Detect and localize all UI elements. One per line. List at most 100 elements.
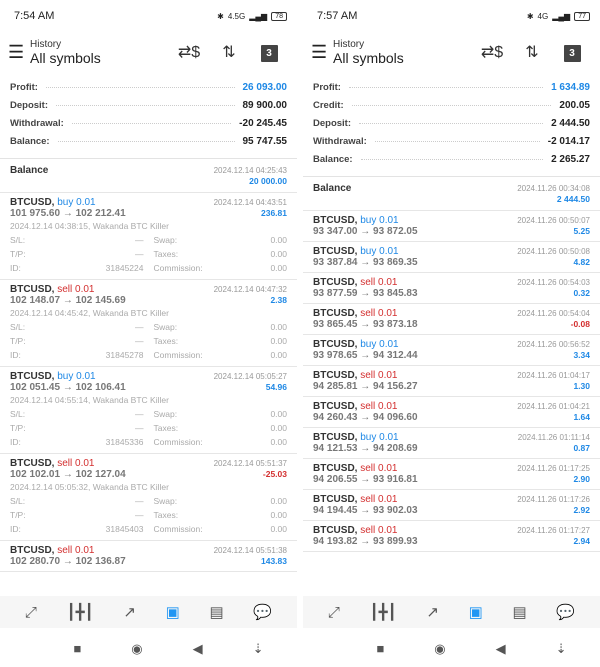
history-inbox-icon[interactable]: ▣	[469, 603, 483, 621]
recents-icon[interactable]: ■	[376, 641, 384, 656]
chart-candles-icon[interactable]: ┃╋┃	[370, 603, 397, 621]
history-screen-1: 7:54 AM ✱ 4.5G ▂▄▆ 78 ☰ History All symbols …	[0, 0, 297, 667]
chat-icon[interactable]: 💬	[556, 603, 575, 621]
news-icon[interactable]: ▤	[513, 603, 527, 621]
summary-row: Withdrawal: -2 014.17	[313, 132, 590, 150]
trade-entry[interactable]: BTCUSD, sell 0.01 2024.11.26 00:54:04 93…	[303, 304, 600, 335]
news-icon[interactable]: ▤	[210, 603, 224, 621]
trade-entry[interactable]: BTCUSD, sell 0.01 2024.11.26 00:54:03 93…	[303, 273, 600, 304]
summary-row: Profit: 26 093.00	[10, 78, 287, 96]
bluetooth-icon: ✱	[526, 11, 534, 21]
tp-value: —	[135, 249, 144, 259]
trade-icon[interactable]: ↗	[426, 603, 439, 621]
trade-prices: 102 051.45 → 102 106.41	[10, 382, 126, 393]
dotted-leader	[351, 104, 552, 106]
quotes-icon[interactable]: ⤢	[328, 604, 340, 621]
quotes-icon[interactable]: ⤢	[25, 604, 37, 621]
symbol: BTCUSD,	[313, 215, 358, 226]
commission-value: 0.00	[270, 263, 287, 273]
calendar-button[interactable]: 3	[552, 43, 592, 62]
trade-icon[interactable]: ↗	[123, 603, 136, 621]
tp-value: —	[135, 510, 144, 520]
trade-entry[interactable]: BTCUSD, sell 0.01 2024.11.26 01:04:21 94…	[303, 397, 600, 428]
bottom-tab-bar: ⤢ ┃╋┃ ↗ ▣ ▤ 💬	[0, 596, 297, 628]
id-value: 31845278	[105, 350, 144, 360]
trade-entry[interactable]: BTCUSD, buy 0.01 2024.11.26 01:11:14 94 …	[303, 428, 600, 459]
dotted-leader	[71, 122, 232, 124]
calendar-button[interactable]: 3	[249, 43, 289, 62]
header-subtitle: History	[333, 38, 365, 50]
trade-symbol: BTCUSD, buy 0.01	[313, 246, 399, 257]
symbol: BTCUSD,	[313, 494, 358, 505]
trade-symbol: BTCUSD, sell 0.01	[313, 494, 397, 505]
sl-value: —	[135, 496, 144, 506]
symbol-filter[interactable]: All symbols	[30, 50, 169, 66]
trade-entry[interactable]: BTCUSD, sell 0.01 2024.11.26 01:17:25 94…	[303, 459, 600, 490]
trade-entry[interactable]: BTCUSD, sell 0.01 2024.12.14 05:51:38 10…	[0, 541, 297, 572]
trade-entry[interactable]: BTCUSD, buy 0.01 2024.12.14 04:43:51 101…	[0, 193, 297, 280]
trade-symbol: BTCUSD, sell 0.01	[313, 277, 397, 288]
close-time: 2024.11.26 00:50:07	[517, 216, 590, 225]
trade-side: sell 0.01	[57, 545, 95, 556]
id-label: ID:	[10, 263, 21, 273]
menu-icon[interactable]: ☰	[8, 42, 30, 63]
balance-date: 2024.11.26 00:34:08	[517, 184, 590, 193]
tp-field: T/P: —	[10, 247, 144, 261]
balance-entry[interactable]: Balance 2024.12.14 04:25:43 20 000.00	[0, 159, 297, 193]
home-icon[interactable]: ◉	[131, 641, 142, 657]
id-label: ID:	[10, 524, 21, 534]
trade-symbol: BTCUSD, buy 0.01	[313, 432, 399, 443]
trade-entry[interactable]: BTCUSD, buy 0.01 2024.11.26 00:50:07 93 …	[303, 211, 600, 242]
history-inbox-icon[interactable]: ▣	[166, 603, 180, 621]
signal-icon: ▂▄▆	[552, 11, 571, 21]
trade-symbol: BTCUSD, sell 0.01	[313, 463, 397, 474]
back-icon[interactable]: ◀	[193, 641, 203, 657]
system-nav-bar: ■ ◉ ◀ ⇣	[303, 630, 600, 667]
symbol-filter[interactable]: All symbols	[333, 50, 472, 66]
commission-value: 0.00	[270, 524, 287, 534]
trade-entry[interactable]: BTCUSD, sell 0.01 2024.11.26 01:17:26 94…	[303, 490, 600, 521]
recents-icon[interactable]: ■	[73, 641, 81, 656]
trade-prices: 94 285.81 → 94 156.27	[313, 381, 418, 392]
sl-field: S/L: —	[10, 494, 144, 508]
sl-label: S/L:	[10, 235, 26, 245]
close-time: 2024.11.26 01:11:14	[517, 433, 590, 442]
chat-icon[interactable]: 💬	[253, 603, 272, 621]
bluetooth-icon: ✱	[217, 11, 224, 21]
trade-prices: 93 347.00 → 93 872.05	[313, 226, 418, 237]
trade-prices: 94 260.43 → 94 096.60	[313, 412, 418, 423]
trade-entry[interactable]: BTCUSD, sell 0.01 2024.11.26 01:17:27 94…	[303, 521, 600, 552]
sort-icon[interactable]: ⇅	[209, 42, 249, 62]
trade-side: buy 0.01	[360, 215, 399, 226]
nav-hide-icon[interactable]: ⇣	[253, 641, 264, 657]
summary-row: Balance: 2 265.27	[313, 150, 590, 168]
menu-icon[interactable]: ☰	[311, 42, 333, 63]
trade-entry[interactable]: BTCUSD, buy 0.01 2024.12.14 05:05:27 102…	[0, 367, 297, 454]
summary-label: Balance:	[313, 153, 353, 165]
trade-entry[interactable]: BTCUSD, buy 0.01 2024.11.26 00:56:52 93 …	[303, 335, 600, 366]
symbol: BTCUSD,	[313, 432, 358, 443]
back-icon[interactable]: ◀	[496, 641, 506, 657]
home-icon[interactable]: ◉	[434, 641, 445, 657]
sort-icon[interactable]: ⇅	[512, 42, 552, 62]
trade-entry[interactable]: BTCUSD, sell 0.01 2024.11.26 01:04:17 94…	[303, 366, 600, 397]
currency-exchange-icon[interactable]: ⇄$	[472, 42, 512, 62]
open-info: 2024.12.14 04:55:14, Wakanda BTC Killer	[10, 395, 169, 405]
symbol: BTCUSD,	[313, 401, 358, 412]
id-label: ID:	[10, 350, 21, 360]
currency-exchange-icon[interactable]: ⇄$	[169, 42, 209, 62]
balance-entry[interactable]: Balance 2024.11.26 00:34:08 2 444.50	[303, 177, 600, 211]
trade-entry[interactable]: BTCUSD, sell 0.01 2024.12.14 05:51:37 10…	[0, 454, 297, 541]
nav-hide-icon[interactable]: ⇣	[556, 641, 567, 657]
trade-entry[interactable]: BTCUSD, buy 0.01 2024.11.26 00:50:08 93 …	[303, 242, 600, 273]
trade-prices: 102 148.07 → 102 145.69	[10, 295, 126, 306]
symbol: BTCUSD,	[10, 545, 55, 556]
summary-label: Withdrawal:	[10, 117, 64, 129]
trade-profit: 2.94	[573, 536, 590, 546]
summary-label: Credit:	[313, 99, 344, 111]
summary: Profit: 26 093.00 Deposit: 89 900.00 Withdra…	[0, 72, 297, 159]
chart-candles-icon[interactable]: ┃╋┃	[67, 603, 94, 621]
system-nav-bar: ■ ◉ ◀ ⇣	[0, 630, 297, 667]
trade-entry[interactable]: BTCUSD, sell 0.01 2024.12.14 04:47:32 10…	[0, 280, 297, 367]
summary-label: Withdrawal:	[313, 135, 367, 147]
